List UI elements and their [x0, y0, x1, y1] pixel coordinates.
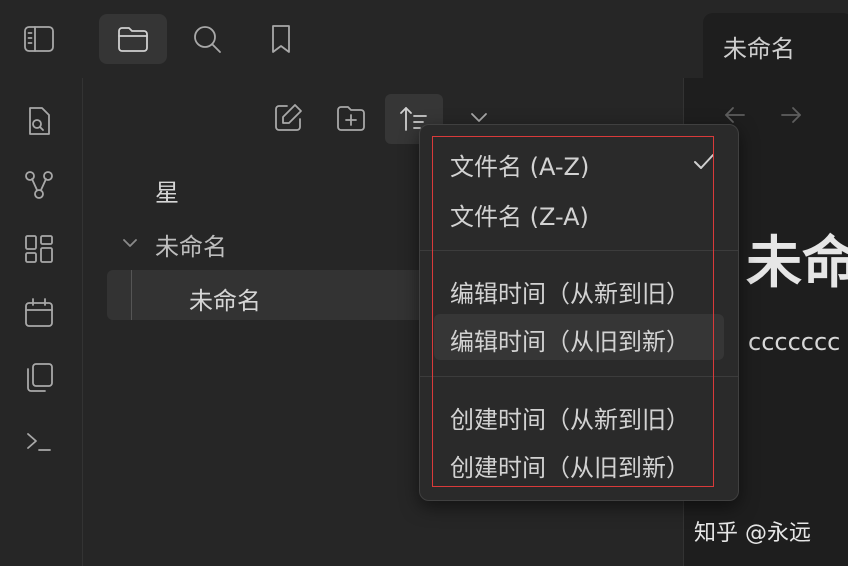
menu-item-label: 创建时间（从旧到新） — [450, 454, 690, 482]
graph-view-button[interactable] — [20, 166, 58, 204]
forward-arrow-icon[interactable] — [778, 102, 804, 128]
left-ribbon — [0, 78, 83, 566]
editor-tab-title: 未命名 — [723, 35, 795, 63]
graph-view-icon — [25, 171, 53, 199]
checkmark-icon — [694, 154, 714, 169]
sort-created-new-old[interactable]: 创建时间（从新到旧） — [434, 392, 724, 438]
daily-note-button[interactable] — [20, 294, 58, 332]
file-explorer-tab[interactable] — [99, 14, 167, 64]
menu-item-label: 编辑时间（从新到旧） — [450, 280, 690, 308]
new-folder-icon — [337, 106, 365, 131]
menu-item-label: 编辑时间（从旧到新） — [450, 328, 690, 356]
menu-divider — [420, 250, 738, 251]
folder-icon — [118, 27, 148, 52]
terminal-icon — [27, 433, 51, 451]
new-folder-button[interactable] — [327, 94, 375, 142]
bookmarks-tab[interactable] — [256, 14, 306, 64]
new-note-button[interactable] — [264, 94, 312, 142]
sort-name-asc[interactable]: 文件名 (A-Z) — [434, 139, 724, 185]
sidebar-toggle-icon — [24, 26, 54, 52]
note-body: ccccccc — [748, 328, 841, 356]
menu-divider — [420, 376, 738, 377]
sort-menu: 文件名 (A-Z) 文件名 (Z-A) 编辑时间（从新到旧） 编辑时间（从旧到新… — [419, 124, 739, 501]
templates-icon — [27, 363, 53, 392]
indent-guide — [131, 270, 132, 320]
tree-file-star[interactable]: 星 — [155, 173, 179, 208]
sidebar-toggle-button[interactable] — [14, 14, 64, 64]
daily-note-icon — [25, 298, 53, 327]
watermark: 知乎 @永远 — [694, 521, 811, 546]
sort-modified-old-new[interactable]: 编辑时间（从旧到新） — [434, 314, 724, 360]
new-note-icon — [275, 104, 302, 131]
canvas-button[interactable] — [20, 230, 58, 268]
bookmark-icon — [272, 25, 290, 53]
canvas-icon — [25, 235, 53, 263]
sort-created-old-new[interactable]: 创建时间（从旧到新） — [434, 440, 724, 486]
note-heading: 未命 — [746, 231, 848, 296]
editor-tab[interactable]: 未命名 — [703, 13, 848, 79]
tree-item-selected[interactable]: 未命名 — [107, 270, 427, 320]
menu-item-label: 创建时间（从新到旧） — [450, 406, 690, 434]
search-tab[interactable] — [182, 14, 232, 64]
chevron-down-icon[interactable] — [119, 232, 141, 254]
templates-button[interactable] — [20, 358, 58, 396]
menu-item-label: 文件名 (A-Z) — [450, 153, 590, 181]
terminal-button[interactable] — [20, 422, 58, 460]
sort-name-desc[interactable]: 文件名 (Z-A) — [434, 189, 724, 235]
top-bar: 未命名 — [0, 0, 848, 79]
search-icon — [194, 26, 221, 53]
tree-child-file: 未命名 — [189, 287, 261, 315]
quick-switcher-icon — [29, 107, 50, 135]
menu-item-label: 文件名 (Z-A) — [450, 203, 589, 231]
quick-switcher-button[interactable] — [20, 102, 58, 140]
tree-folder[interactable]: 未命名 — [155, 227, 227, 262]
sort-modified-new-old[interactable]: 编辑时间（从新到旧） — [434, 266, 724, 312]
